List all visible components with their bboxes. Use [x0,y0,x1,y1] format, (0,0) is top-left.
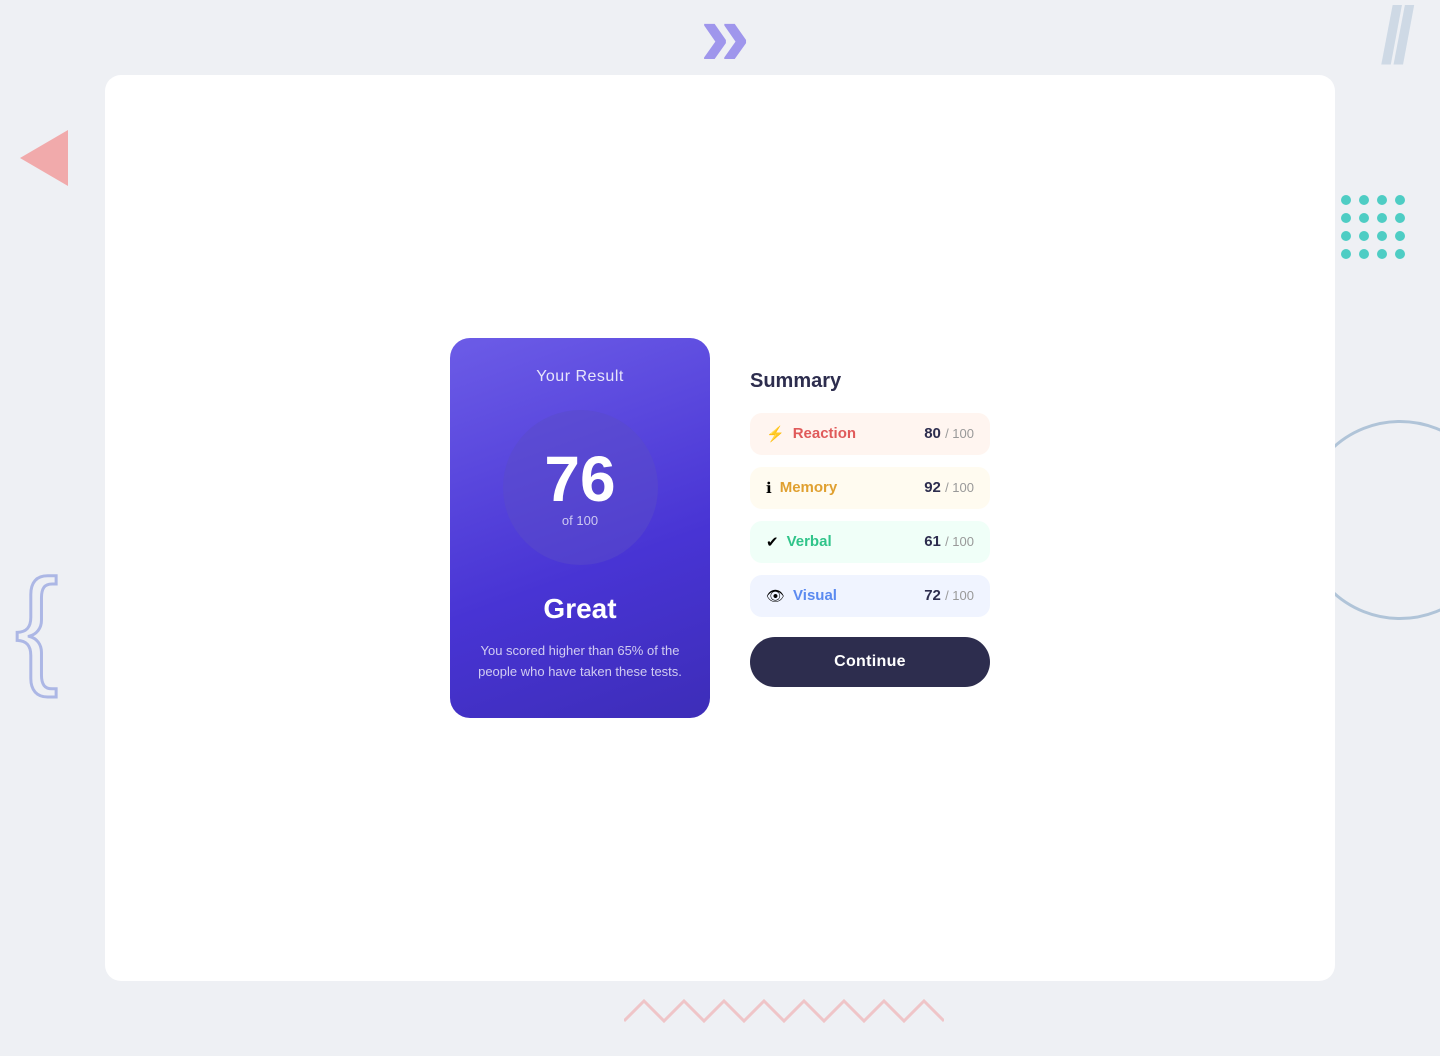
visual-name: Visual [793,587,837,604]
result-card-title: Your Result [536,368,624,386]
deco-quote-right: // [1381,0,1405,72]
summary-item-memory: ℹ Memory 92 / 100 [750,467,990,509]
reaction-name: Reaction [793,425,856,442]
summary-items: ⚡ Reaction 80 / 100 ℹ Memory 92 / 100 ✔ … [750,413,990,617]
deco-quote-top: » [700,0,740,80]
visual-icon: 👁 [766,587,785,605]
result-description: You scored higher than 65% of the people… [470,641,690,683]
item-left-visual: 👁 Visual [766,587,837,605]
deco-dot-grid [1341,195,1405,259]
deco-brace-left: { [15,560,58,690]
memory-score: 92 / 100 [924,479,974,496]
result-label: Great [543,593,616,625]
content-wrapper: Your Result 76 of 100 Great You scored h… [450,338,990,719]
memory-icon: ℹ [766,479,772,497]
main-container: Your Result 76 of 100 Great You scored h… [105,75,1335,981]
reaction-score-max: / 100 [945,426,974,441]
score-circle-outer: 76 of 100 [503,410,658,565]
visual-score-max: / 100 [945,588,974,603]
summary-panel: Summary ⚡ Reaction 80 / 100 ℹ Memory 92 … [750,370,990,687]
verbal-score: 61 / 100 [924,533,974,550]
deco-arrow-left [20,130,68,186]
summary-title: Summary [750,370,990,393]
reaction-icon: ⚡ [766,425,785,443]
score-of: of 100 [562,513,598,528]
item-left-reaction: ⚡ Reaction [766,425,856,443]
visual-score: 72 / 100 [924,587,974,604]
summary-item-verbal: ✔ Verbal 61 / 100 [750,521,990,563]
deco-zigzag-bottom [624,991,944,1036]
memory-score-max: / 100 [945,480,974,495]
reaction-score: 80 / 100 [924,425,974,442]
score-number: 76 [544,447,615,511]
summary-item-visual: 👁 Visual 72 / 100 [750,575,990,617]
verbal-icon: ✔ [766,533,779,551]
continue-button[interactable]: Continue [750,637,990,687]
verbal-score-max: / 100 [945,534,974,549]
verbal-name: Verbal [787,533,832,550]
score-circle-inner: 76 of 100 [544,447,615,528]
item-left-verbal: ✔ Verbal [766,533,832,551]
summary-item-reaction: ⚡ Reaction 80 / 100 [750,413,990,455]
item-left-memory: ℹ Memory [766,479,837,497]
memory-name: Memory [780,479,838,496]
result-card: Your Result 76 of 100 Great You scored h… [450,338,710,719]
